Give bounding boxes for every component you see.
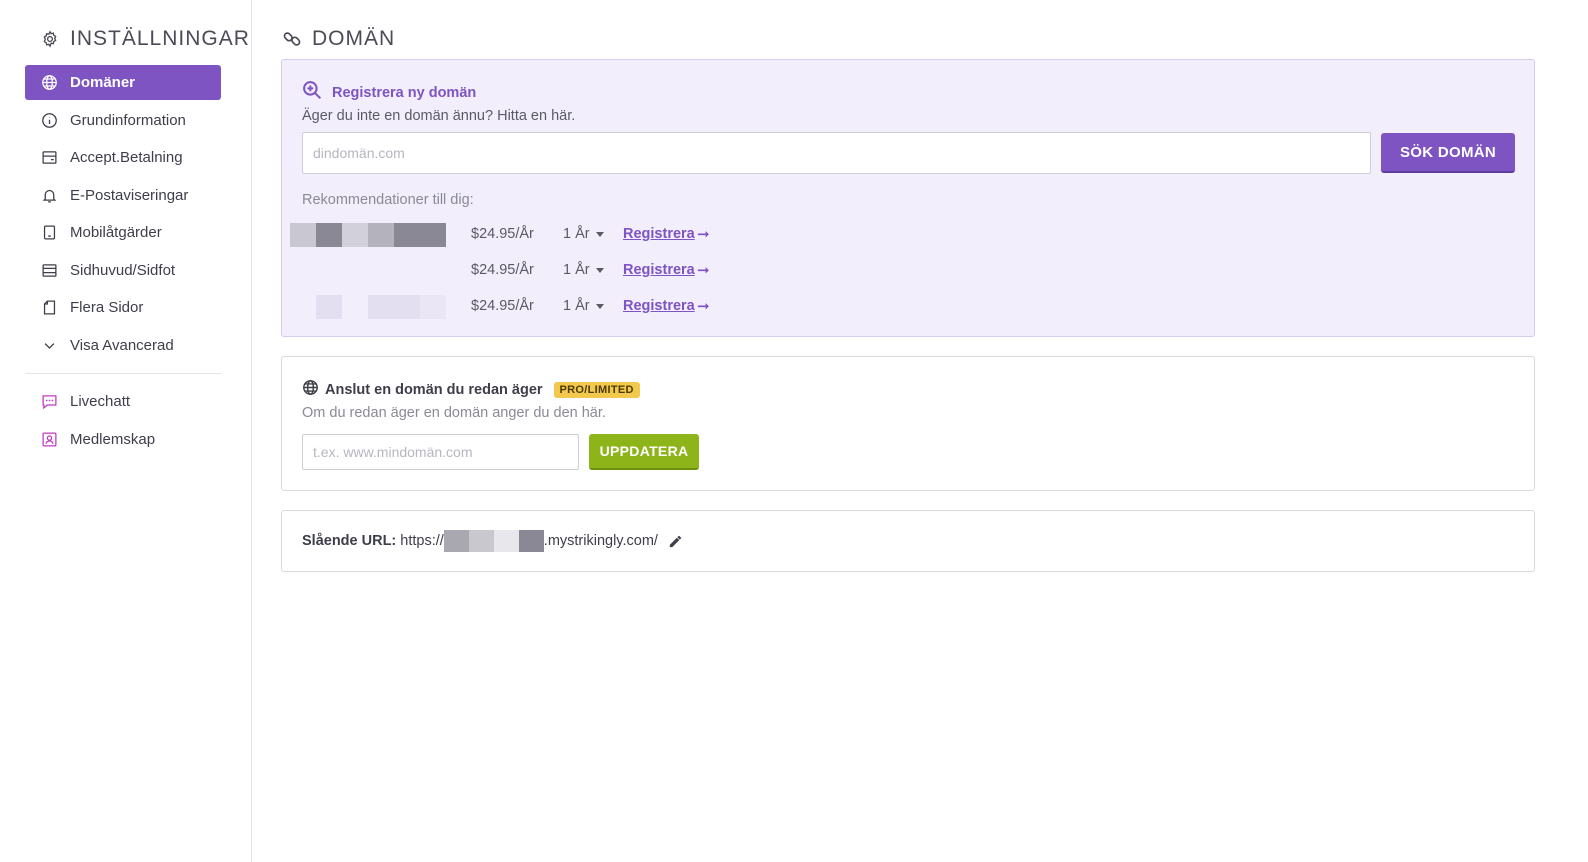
arrow-right-icon: ➞	[697, 298, 710, 315]
sidebar-item-mobile-actions[interactable]: Mobilåtgärder	[25, 215, 221, 250]
sidebar: INSTÄLLNINGAR Domäner Grundinformation A…	[0, 0, 252, 862]
connect-heading: Anslut en domän du redan äger PRO/LIMITE…	[302, 379, 640, 401]
connect-domain-card: Anslut en domän du redan äger PRO/LIMITE…	[281, 356, 1535, 491]
term-value: 1 År	[563, 298, 590, 314]
page-title-text: DOMÄN	[312, 27, 396, 50]
search-domain-button[interactable]: SÖK DOMÄN	[1381, 133, 1515, 173]
gear-icon	[40, 29, 60, 49]
sidebar-item-label: Mobilåtgärder	[70, 224, 162, 241]
striking-url-card: Slående URL: https:// .mystrikingly.com/	[281, 510, 1535, 572]
domain-price: $24.95/År	[471, 298, 534, 314]
sidebar-item-label: Accept.Betalning	[70, 149, 183, 166]
layout-icon	[40, 261, 58, 279]
sidebar-item-show-advanced[interactable]: Visa Avancerad	[25, 328, 221, 363]
sidebar-header: INSTÄLLNINGAR	[40, 24, 250, 54]
connect-subtext: Om du redan äger en domän anger du den h…	[302, 405, 606, 421]
globe-icon	[40, 74, 58, 92]
sidebar-title: INSTÄLLNINGAR	[70, 27, 250, 50]
sidebar-item-label: Domäner	[70, 74, 136, 91]
redacted-subdomain	[443, 530, 544, 552]
register-heading: Registrera ny domän	[302, 80, 476, 105]
register-subtext: Äger du inte en domän ännu? Hitta en här…	[302, 108, 576, 124]
sidebar-item-header-footer[interactable]: Sidhuvud/Sidfot	[25, 253, 221, 288]
search-plus-icon	[302, 80, 322, 105]
sidebar-extra-nav: Livechatt Medlemskap	[25, 384, 221, 459]
sidebar-item-email-notifications[interactable]: E-Postaviseringar	[25, 178, 221, 213]
domain-price: $24.95/År	[471, 262, 534, 278]
plan-badge: PRO/LIMITED	[553, 382, 640, 398]
sidebar-item-label: Livechatt	[70, 393, 131, 410]
pencil-icon[interactable]	[668, 533, 684, 549]
term-dropdown[interactable]: 1 År	[563, 298, 604, 314]
register-link[interactable]: Registrera	[623, 226, 695, 242]
member-icon	[40, 430, 58, 448]
update-button[interactable]: UPPDATERA	[589, 434, 699, 470]
arrow-right-icon: ➞	[697, 226, 710, 243]
link-icon	[282, 29, 302, 49]
recommendation-row: $24.95/År 1 År Registrera ➞	[290, 222, 790, 248]
arrow-right-icon: ➞	[697, 262, 710, 279]
term-dropdown[interactable]: 1 År	[563, 262, 604, 278]
term-value: 1 År	[563, 226, 590, 242]
chevron-down-icon	[40, 336, 58, 354]
register-heading-text: Registrera ny domän	[332, 84, 477, 101]
sidebar-nav: Domäner Grundinformation Accept.Betalnin…	[25, 65, 221, 365]
sidebar-item-label: Sidhuvud/Sidfot	[70, 261, 176, 279]
bell-icon	[40, 186, 58, 204]
url-prefix: https://	[400, 533, 444, 549]
url-suffix: .mystrikingly.com/	[543, 533, 658, 549]
register-link[interactable]: Registrera	[623, 298, 695, 314]
url-label: Slående URL:	[302, 533, 397, 549]
connect-heading-text: Anslut en domän du redan äger	[325, 382, 543, 398]
page-title: DOMÄN	[282, 24, 395, 54]
sidebar-item-multiple-pages[interactable]: Flera Sidor	[25, 290, 221, 325]
redacted-domain	[290, 223, 446, 247]
sidebar-item-label: Grundinformation	[70, 111, 186, 129]
recommendation-row: $24.95/År 1 År Registrera ➞	[290, 258, 790, 284]
sidebar-item-label: Medlemskap	[70, 430, 156, 448]
sidebar-divider	[25, 373, 221, 374]
sidebar-item-basic-info[interactable]: Grundinformation	[25, 103, 221, 138]
chat-icon	[40, 393, 58, 411]
pages-icon	[40, 299, 58, 317]
domain-search-input[interactable]	[302, 132, 1371, 174]
register-domain-card: Registrera ny domän Äger du inte en domä…	[281, 59, 1535, 337]
card-icon	[40, 149, 58, 167]
redacted-domain	[290, 295, 446, 319]
domain-price: $24.95/År	[471, 226, 534, 242]
striking-url-row: Slående URL: https:// .mystrikingly.com/	[302, 530, 684, 552]
sidebar-item-label: Flera Sidor	[70, 299, 144, 316]
caret-down-icon	[595, 303, 604, 309]
term-dropdown[interactable]: 1 År	[563, 226, 604, 242]
globe-icon	[302, 379, 319, 401]
recommendation-row: $24.95/År 1 År Registrera ➞	[290, 294, 790, 320]
sidebar-item-livechat[interactable]: Livechatt	[25, 384, 221, 419]
sidebar-item-domains[interactable]: Domäner	[25, 65, 221, 100]
term-value: 1 År	[563, 262, 590, 278]
mobile-icon	[40, 224, 58, 242]
sidebar-item-membership[interactable]: Medlemskap	[25, 422, 221, 457]
caret-down-icon	[595, 231, 604, 237]
register-link[interactable]: Registrera	[623, 262, 695, 278]
recommendations-label: Rekommendationer till dig:	[302, 192, 474, 208]
custom-domain-input[interactable]	[302, 434, 579, 470]
sidebar-item-label: E-Postaviseringar	[70, 186, 189, 204]
sidebar-item-payments[interactable]: Accept.Betalning	[25, 140, 221, 175]
caret-down-icon	[595, 267, 604, 273]
sidebar-item-label: Visa Avancerad	[70, 336, 174, 354]
info-icon	[40, 111, 58, 129]
